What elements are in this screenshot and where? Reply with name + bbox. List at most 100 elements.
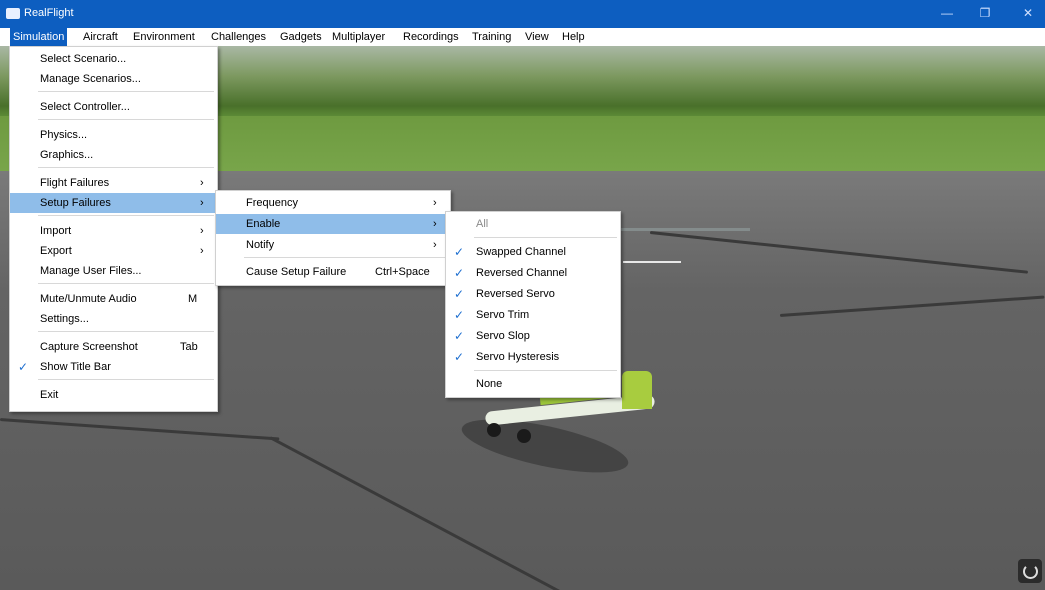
- submenu-arrow-icon: ›: [200, 197, 204, 209]
- window-title: RealFlight: [24, 7, 74, 19]
- menu-separator: [474, 237, 617, 238]
- menu-item-label: Enable: [246, 218, 281, 230]
- menu-item-swapped-channel[interactable]: ✓ Swapped Channel: [446, 242, 620, 262]
- menu-item-label: Manage Scenarios...: [40, 73, 141, 85]
- menu-simulation[interactable]: Simulation: [10, 28, 68, 46]
- menu-item-label: Swapped Channel: [476, 246, 566, 258]
- menu-item-graphics[interactable]: Graphics...: [10, 145, 217, 165]
- menu-item-label: Import: [40, 225, 72, 237]
- menu-item-select-scenario[interactable]: Select Scenario...: [10, 49, 217, 69]
- menu-item-physics[interactable]: Physics...: [10, 125, 217, 145]
- menu-separator: [474, 370, 617, 371]
- submenu-arrow-icon: ›: [200, 225, 204, 237]
- restore-icon[interactable]: ❐: [975, 6, 995, 20]
- menu-item-none[interactable]: None: [446, 374, 620, 394]
- menu-item-manage-scenarios[interactable]: Manage Scenarios...: [10, 69, 217, 89]
- checkmark-icon: ✓: [453, 287, 465, 301]
- submenu-arrow-icon: ›: [200, 177, 204, 189]
- submenu-arrow-icon: ›: [433, 197, 437, 209]
- submenu-arrow-icon: ›: [433, 218, 437, 230]
- menu-training[interactable]: Training: [469, 28, 514, 46]
- menu-item-label: Select Scenario...: [40, 53, 127, 65]
- menu-item-exit[interactable]: Exit: [10, 385, 217, 405]
- menu-item-label: Reversed Channel: [476, 267, 568, 279]
- menu-separator: [244, 257, 447, 258]
- menu-item-mute-unmute-audio[interactable]: Mute/Unmute Audio M: [10, 289, 217, 309]
- menu-item-label: None: [476, 378, 503, 390]
- menu-bar: Simulation Aircraft Environment Challeng…: [0, 28, 1045, 46]
- submenu-arrow-icon: ›: [200, 245, 204, 257]
- menu-item-label: Flight Failures: [40, 177, 110, 189]
- menu-challenges[interactable]: Challenges: [208, 28, 269, 46]
- menu-item-label: Reversed Servo: [476, 288, 555, 300]
- menu-item-label: All: [476, 218, 489, 230]
- menu-item-label: Servo Trim: [476, 309, 530, 321]
- checkmark-icon: ✓: [453, 329, 465, 343]
- menu-item-label: Capture Screenshot: [40, 341, 138, 353]
- menu-item-shortcut: Ctrl+Space: [375, 266, 430, 278]
- checkmark-icon: ✓: [17, 360, 29, 374]
- checkmark-icon: ✓: [453, 266, 465, 280]
- menu-item-enable[interactable]: Enable ›: [216, 214, 450, 234]
- menu-item-setup-failures[interactable]: Setup Failures ›: [10, 193, 217, 213]
- enable-submenu: All ✓ Swapped Channel ✓ Reversed Channel ✓…: [445, 211, 621, 398]
- menu-item-label: Notify: [246, 239, 275, 251]
- menu-separator: [38, 167, 214, 168]
- menu-item-servo-hysteresis[interactable]: ✓ Servo Hysteresis: [446, 347, 620, 367]
- simulation-menu: Select Scenario... Manage Scenarios... S…: [9, 46, 218, 412]
- menu-gadgets[interactable]: Gadgets: [277, 28, 325, 46]
- menu-item-import[interactable]: Import ›: [10, 221, 217, 241]
- aircraft-wheel: [487, 423, 501, 437]
- menu-item-export[interactable]: Export ›: [10, 241, 217, 261]
- minimize-icon[interactable]: —: [937, 6, 957, 20]
- realflight-logo-icon: [6, 8, 20, 19]
- menu-item-settings[interactable]: Settings...: [10, 309, 217, 329]
- menu-item-label: Frequency: [246, 197, 298, 209]
- menu-item-cause-setup-failure[interactable]: Cause Setup Failure Ctrl+Space: [216, 262, 450, 282]
- menu-item-capture-screenshot[interactable]: Capture Screenshot Tab: [10, 337, 217, 357]
- menu-item-select-controller[interactable]: Select Controller...: [10, 97, 217, 117]
- menu-item-shortcut: Tab: [180, 341, 198, 353]
- menu-item-reversed-channel[interactable]: ✓ Reversed Channel: [446, 263, 620, 283]
- menu-multiplayer[interactable]: Multiplayer: [329, 28, 388, 46]
- menu-separator: [38, 331, 214, 332]
- menu-item-show-title-bar[interactable]: ✓ Show Title Bar: [10, 357, 217, 377]
- menu-item-label: Settings...: [40, 313, 89, 325]
- menu-separator: [38, 379, 214, 380]
- menu-help[interactable]: Help: [559, 28, 588, 46]
- menu-separator: [38, 91, 214, 92]
- aircraft-tail: [622, 371, 652, 409]
- menu-item-flight-failures[interactable]: Flight Failures ›: [10, 173, 217, 193]
- menu-item-label: Export: [40, 245, 72, 257]
- menu-recordings[interactable]: Recordings: [400, 28, 462, 46]
- menu-item-shortcut: M: [188, 293, 198, 305]
- title-bar: RealFlight — ❐ ✕: [0, 0, 1045, 28]
- menu-item-servo-trim[interactable]: ✓ Servo Trim: [446, 305, 620, 325]
- menu-item-label: Setup Failures: [40, 197, 111, 209]
- menu-separator: [38, 119, 214, 120]
- menu-item-reversed-servo[interactable]: ✓ Reversed Servo: [446, 284, 620, 304]
- checkmark-icon: ✓: [453, 245, 465, 259]
- menu-item-label: Select Controller...: [40, 101, 130, 113]
- menu-separator: [38, 215, 214, 216]
- runway-stripe: [623, 261, 681, 263]
- menu-aircraft[interactable]: Aircraft: [80, 28, 121, 46]
- menu-item-label: Mute/Unmute Audio: [40, 293, 137, 305]
- menu-item-label: Servo Hysteresis: [476, 351, 560, 363]
- setup-failures-submenu: Frequency › Enable › Notify › Cause Setup F…: [215, 190, 451, 286]
- submenu-arrow-icon: ›: [433, 239, 437, 251]
- menu-item-label: Show Title Bar: [40, 361, 111, 373]
- menu-separator: [38, 283, 214, 284]
- menu-item-label: Servo Slop: [476, 330, 530, 342]
- reset-view-icon[interactable]: [1018, 559, 1042, 583]
- menu-item-manage-user-files[interactable]: Manage User Files...: [10, 261, 217, 281]
- menu-item-servo-slop[interactable]: ✓ Servo Slop: [446, 326, 620, 346]
- close-icon[interactable]: ✕: [1018, 6, 1038, 20]
- menu-item-frequency[interactable]: Frequency ›: [216, 193, 450, 213]
- menu-environment[interactable]: Environment: [130, 28, 198, 46]
- menu-item-notify[interactable]: Notify ›: [216, 235, 450, 255]
- menu-view[interactable]: View: [522, 28, 552, 46]
- menu-item-all: All: [446, 214, 620, 234]
- menu-item-label: Graphics...: [40, 149, 94, 161]
- menu-item-label: Cause Setup Failure: [246, 266, 347, 278]
